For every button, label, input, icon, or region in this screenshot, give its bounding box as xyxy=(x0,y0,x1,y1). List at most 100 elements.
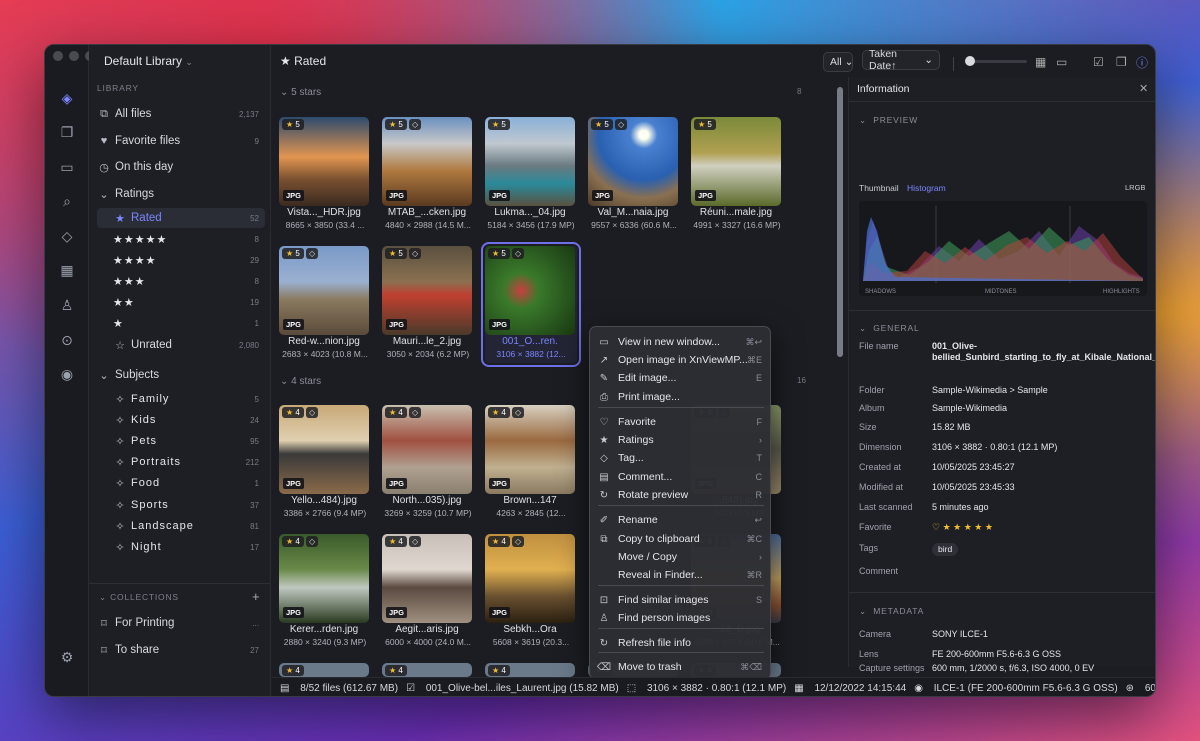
menu-item-view-in-new-window[interactable]: ▭ View in new window... ⌘↩ xyxy=(596,333,766,351)
add-collection-button[interactable]: + xyxy=(252,589,260,604)
tab-histogram[interactable]: Histogram xyxy=(907,183,946,193)
select-icon[interactable]: ☑ xyxy=(1093,55,1104,69)
menu-item-rename[interactable]: ✐ Rename ↩ xyxy=(596,511,766,529)
group-4-stars[interactable]: ⌄ 4 stars 16 xyxy=(280,376,806,387)
group-5-stars[interactable]: ⌄ 5 stars 8 xyxy=(280,87,801,98)
collections-section-head[interactable]: ⌄ COLLECTIONS xyxy=(99,592,179,603)
photo-dimensions: 3386 × 2766 (9.4 MP) xyxy=(283,508,367,518)
photo-thumbnail[interactable]: ★ 4 ◇ JPG Brown...147 4263 × 2845 (12... xyxy=(485,405,577,522)
sidebar-item-stars-2[interactable]: ★★ 19 xyxy=(97,292,265,312)
photo-thumbnail[interactable]: ★ 4 ◇ JPG North...035).jpg 3269 × 3259 (10.7… xyxy=(382,405,474,522)
page-title: ★ Rated xyxy=(280,54,327,68)
tag-icon[interactable]: ◇ xyxy=(57,226,77,246)
collection-to-share[interactable]: ⌑ To share 27 xyxy=(97,640,265,660)
photo-dimensions: 6000 × 4000 (24.0 M... xyxy=(385,637,471,647)
photo-thumbnail[interactable]: ★ 4 xyxy=(279,663,371,677)
menu-item-rotate-preview[interactable]: ↻ Rotate preview R xyxy=(596,486,766,504)
sidebar-item-stars-5[interactable]: ★★★★★ 8 xyxy=(97,229,265,249)
collection-for-printing[interactable]: ⌑ For Printing... xyxy=(97,613,265,633)
sidebar-item-subjects[interactable]: ⌄ Subjects xyxy=(97,365,265,385)
sidebar-item-unrated[interactable]: ☆ Unrated 2,080 xyxy=(97,335,265,355)
sidebar-item-stars-1[interactable]: ★ 1 xyxy=(97,313,265,333)
menu-item-open-image-in-xnviewmp[interactable]: ↗ Open image in XnViewMP... ⌘E xyxy=(596,351,766,369)
menu-item-move-to-trash[interactable]: ⌫ Move to trash ⌘⌫ xyxy=(596,658,766,676)
sidebar-item-sports[interactable]: ✧ Sports 37 xyxy=(97,495,265,515)
hist-midtones-label: MIDTONES xyxy=(985,289,1017,295)
menu-item-favorite[interactable]: ♡ Favorite F xyxy=(596,413,766,431)
sidebar-item-family[interactable]: ✧ Family 5 xyxy=(97,389,265,409)
status-dim: ⬚ 3106 × 3882 · 0.80:1 (12.1 MP) xyxy=(626,682,787,694)
sidebar-item-stars-4[interactable]: ★★★★ 29 xyxy=(97,250,265,270)
sort-select[interactable]: Taken Date↑ ⌄ xyxy=(862,48,940,72)
menu-item-edit-image[interactable]: ✎ Edit image... E xyxy=(596,369,766,387)
menu-item-comment[interactable]: ▤ Comment... C xyxy=(596,468,766,486)
photo-thumbnail[interactable]: ★ 5 ◇ JPG MTAB_...cken.jpg 4840 × 2988 (14.5… xyxy=(382,117,474,234)
sidebar-item-kids[interactable]: ✧ Kids 24 xyxy=(97,410,265,430)
photo-thumbnail[interactable]: ★ 4 ◇ JPG Sebkh...Ora 5608 × 3619 (20.3... xyxy=(485,534,577,651)
photo-thumbnail[interactable]: ★ 5 ◇ JPG Red-w...nion.jpg 2683 × 4023 (10.8… xyxy=(279,246,371,363)
sidebar-item-rated[interactable]: ★ Rated 52 xyxy=(97,208,265,228)
sidebar-item-ratings[interactable]: ⌄ Ratings xyxy=(97,184,265,204)
sidebar-item-landscape[interactable]: ✧ Landscape 81 xyxy=(97,516,265,536)
settings-icon[interactable]: ⚙ xyxy=(57,647,77,667)
calendar-icon[interactable]: ▦ xyxy=(57,260,77,280)
photo-thumbnail[interactable]: ★ 4 ◇ JPG Kerer...rden.jpg 2880 × 3240 (9.3 … xyxy=(279,534,371,651)
filter-select[interactable]: All ⌄ xyxy=(823,52,853,72)
zoom-slider[interactable] xyxy=(965,56,1027,66)
sidebar-item-onthisday[interactable]: ◷ On this day xyxy=(97,157,265,177)
info-toggle-icon[interactable]: ⓘ xyxy=(1136,54,1148,71)
grid-view-icon[interactable]: ▦ xyxy=(1035,55,1046,69)
photo-thumbnail[interactable]: ★ 4 ◇ JPG Aegit...aris.jpg 6000 × 4000 (24.0… xyxy=(382,534,474,651)
menu-item-print-image[interactable]: ⎙ Print image... xyxy=(596,388,766,406)
photo-thumbnail[interactable]: ★ 4 ◇ JPG Yello...484).jpg 3386 × 2766 (9.4 … xyxy=(279,405,371,522)
metadata-head[interactable]: ⌄ METADATA xyxy=(859,606,924,617)
sidebar-item-favoritefiles[interactable]: ♥ Favorite files 9 xyxy=(97,131,265,151)
close-icon[interactable]: ✕ xyxy=(1139,82,1148,95)
history-icon: ◷ xyxy=(99,161,109,174)
menu-item-tag[interactable]: ◇ Tag... T xyxy=(596,449,766,467)
menu-item-reveal-in-finder[interactable]: Reveal in Finder... ⌘R xyxy=(596,566,766,584)
grid-scrollbar[interactable] xyxy=(837,87,843,357)
tag-icon: ◇ xyxy=(615,119,628,130)
preview-head[interactable]: ⌄ PREVIEW xyxy=(859,115,918,126)
location-icon[interactable]: ⊙ xyxy=(57,330,77,350)
sidebar-item-portraits[interactable]: ✧ Portraits 212 xyxy=(97,452,265,472)
camera-icon[interactable]: ◉ xyxy=(57,364,77,384)
albums-icon[interactable]: ❐ xyxy=(57,122,77,142)
library-section-head: LIBRARY xyxy=(97,83,139,93)
filmstrip-icon[interactable]: ▭ xyxy=(1056,55,1067,69)
photos-icon: ⧉ xyxy=(100,107,108,120)
menu-item-move-copy[interactable]: Move / Copy › xyxy=(596,548,766,566)
photo-thumbnail[interactable]: ★ 5 JPG Lukma..._04.jpg 5184 × 3456 (17.9 M… xyxy=(485,117,577,234)
photo-thumbnail[interactable]: ★ 5 ◇ JPG Mauri...le_2.jpg 3050 × 2034 (6.2 … xyxy=(382,246,474,363)
menu-item-copy-to-clipboard[interactable]: ⧉ Copy to clipboard ⌘C xyxy=(596,530,766,548)
person-icon[interactable]: ♙ xyxy=(57,295,77,315)
photo-thumbnail[interactable]: ★ 4 xyxy=(382,663,474,677)
search-icon[interactable]: ⌕ xyxy=(57,191,77,211)
menu-item-ratings[interactable]: ★ Ratings › xyxy=(596,431,766,449)
person-icon: ♙ xyxy=(599,612,609,624)
photo-thumbnail[interactable]: ★ 5 JPG Réuni...male.jpg 4991 × 3327 (16.6 … xyxy=(691,117,783,234)
sidebar-item-stars-3[interactable]: ★★★ 8 xyxy=(97,271,265,291)
sidebar-item-allfiles[interactable]: ⧉ All files 2,137 xyxy=(97,104,265,124)
menu-item-refresh-file-info[interactable]: ↻ Refresh file info xyxy=(596,634,766,652)
format-badge: JPG xyxy=(386,190,408,201)
sidebar-item-food[interactable]: ✧ Food 1 xyxy=(97,473,265,493)
library-icon[interactable]: ◈ xyxy=(57,88,77,108)
sidebar-item-night[interactable]: ✧ Night 17 xyxy=(97,537,265,557)
layers-icon[interactable]: ❐ xyxy=(1116,55,1127,69)
format-badge: JPG xyxy=(695,190,717,201)
lrgb-toggle[interactable]: LRGB xyxy=(1125,183,1145,192)
menu-item-find-person-images[interactable]: ♙ Find person images xyxy=(596,609,766,627)
sidebar-item-pets[interactable]: ✧ Pets 95 xyxy=(97,431,265,451)
library-selector[interactable]: Default Library ⌄ xyxy=(104,54,193,68)
tab-thumbnail[interactable]: Thumbnail xyxy=(859,183,899,193)
photo-thumbnail[interactable]: ★ 5 ◇ JPG 001_O...ren. 3106 × 3882 (12... xyxy=(481,242,581,367)
status-camera: ◉ ILCE-1 (FE 200-600mm F5.6-6.3 G OSS) xyxy=(914,682,1118,694)
photo-thumbnail[interactable]: ★ 5 ◇ JPG Val_M...naia.jpg 9557 × 6336 (60.6… xyxy=(588,117,680,234)
menu-item-find-similar-images[interactable]: ⊡ Find similar images S xyxy=(596,591,766,609)
photo-thumbnail[interactable]: ★ 4 xyxy=(485,663,577,677)
photo-thumbnail[interactable]: ★ 5 JPG Vista..._HDR.jpg 8665 × 3850 (33.4 … xyxy=(279,117,371,234)
general-head[interactable]: ⌄ GENERAL xyxy=(859,323,919,334)
folder-icon[interactable]: ▭ xyxy=(57,157,77,177)
